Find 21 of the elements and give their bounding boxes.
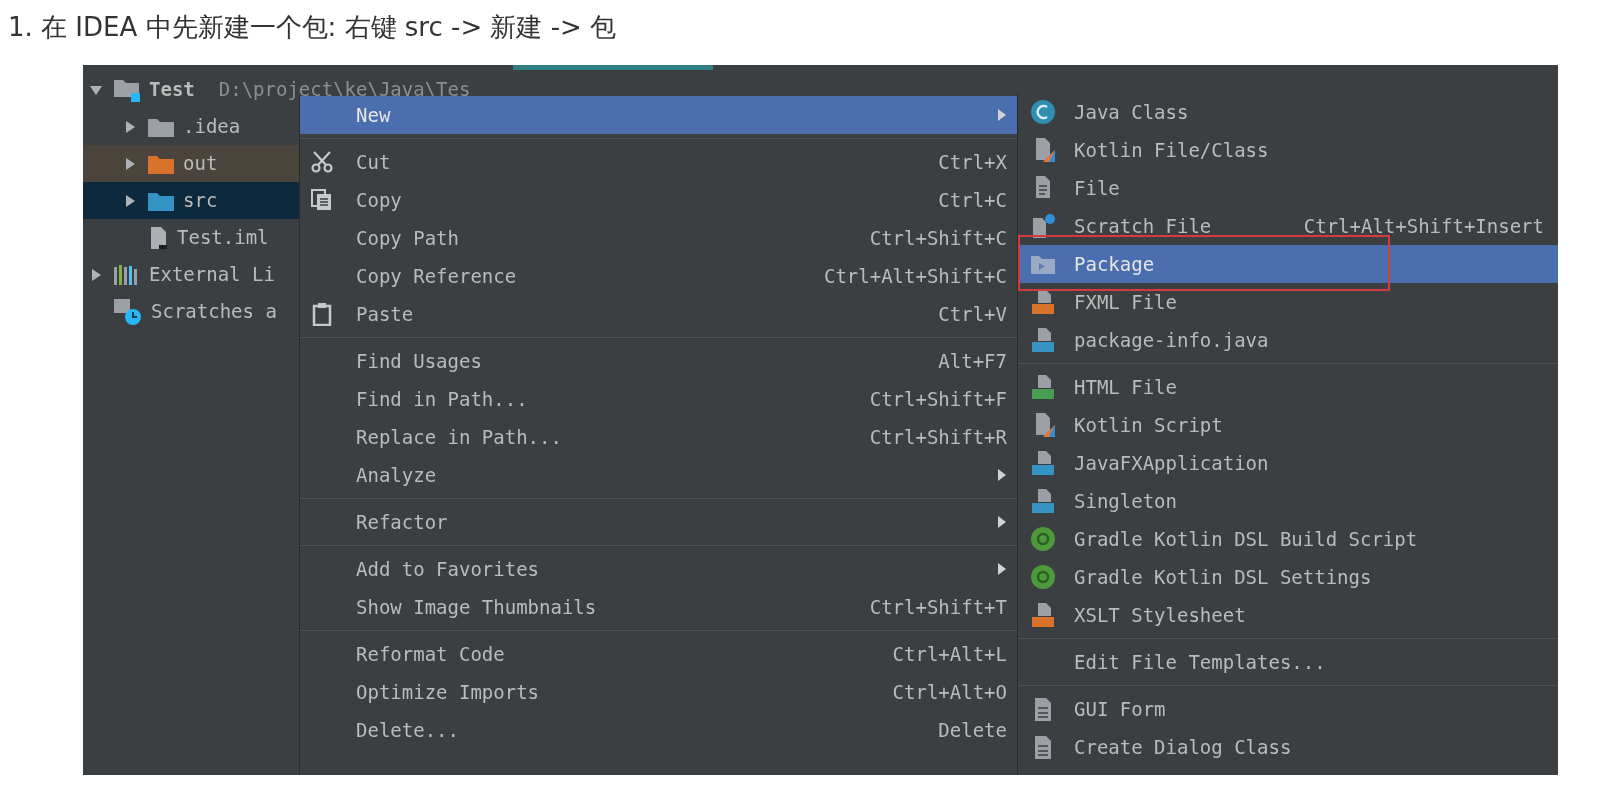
tree-label: Scratches a [151,299,277,325]
tree-label: src [183,188,218,214]
shortcut-text: Ctrl+Alt+L [892,641,1007,667]
shortcut-text: Ctrl+Shift+T [869,594,1007,620]
shortcut-text: Alt+F7 [938,348,1007,374]
shortcut-text: Ctrl+Alt+O [892,679,1007,705]
tree-label: Test [149,77,195,103]
tree-label: out [183,151,218,177]
shortcut-text: Ctrl+Shift+F [869,386,1007,412]
shortcut-text: Ctrl+V [938,301,1007,327]
shortcut-text: Delete [938,717,1007,743]
tree-label: External Li [149,262,275,288]
shortcut-text: Ctrl+Shift+R [869,424,1007,450]
tree-label: Test.iml [177,225,269,251]
shortcut-text: Ctrl+Shift+C [869,225,1007,251]
shortcut-text: Ctrl+X [938,149,1007,175]
tree-label: .idea [183,114,241,140]
step-heading: 1. 在 IDEA 中先新建一个包: 右键 src -> 新建 -> 包 [7,11,618,44]
shortcut-text: Ctrl+Alt+Shift+C [823,263,1007,289]
shortcut-text: Ctrl+Alt+Shift+Insert [1303,213,1544,239]
shortcut-text: Ctrl+C [938,187,1007,213]
